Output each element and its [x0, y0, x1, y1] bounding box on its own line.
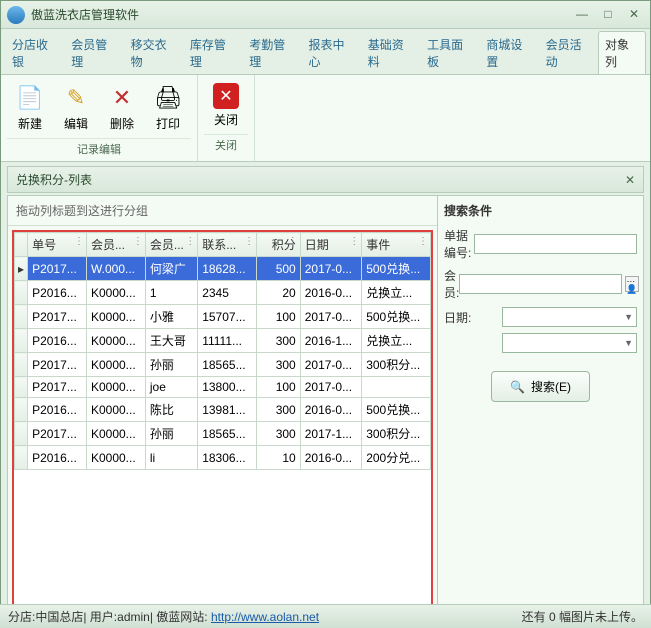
tab-inventory[interactable]: 库存管理: [183, 31, 242, 74]
group-hint[interactable]: 拖动列标题到这进行分组: [8, 196, 437, 226]
maximize-button[interactable]: □: [598, 7, 618, 23]
window-title: 傲蓝洗衣店管理软件: [31, 6, 566, 23]
edit-label: 编辑: [64, 115, 88, 132]
sub-tab-bar: 兑换积分-列表 ✕: [7, 166, 644, 193]
search-icon: 🔍: [510, 380, 525, 394]
table-row[interactable]: P2016...K0000...陈比13981...3002016-0...50…: [15, 398, 431, 422]
ribbon: 📄 新建 ✎ 编辑 ✕ 删除 🖨 打印 记录编辑 ✕ 关闭 关闭: [1, 75, 650, 162]
label-doc-no: 单据编号:: [444, 227, 474, 261]
close-window-button[interactable]: ✕: [624, 7, 644, 23]
new-icon: 📄: [15, 83, 45, 113]
status-upload: 还有 0 幅图片未上传。: [522, 608, 643, 625]
label-member: 会员:: [444, 267, 459, 301]
tab-branch-pos[interactable]: 分店收银: [5, 31, 64, 74]
tab-reports[interactable]: 报表中心: [301, 31, 360, 74]
col-evt[interactable]: 事件⋮: [362, 233, 431, 257]
tab-member-mgmt[interactable]: 会员管理: [64, 31, 123, 74]
tab-attendance[interactable]: 考勤管理: [242, 31, 301, 74]
col-no[interactable]: 单号⋮: [28, 233, 87, 257]
close-label: 关闭: [214, 111, 238, 128]
print-button[interactable]: 🖨 打印: [149, 81, 187, 134]
col-pts[interactable]: 积分⋮: [257, 233, 301, 257]
grid-panel: 拖动列标题到这进行分组 单号⋮ 会员...⋮ 会员...⋮ 联系...⋮ 积分⋮…: [7, 195, 438, 615]
table-row[interactable]: P2017...K0000...孙丽18565...3002017-1...30…: [15, 422, 431, 446]
status-user-prefix: | 用户:: [83, 608, 117, 625]
table-row[interactable]: P2017...K0000...小雅15707...1002017-0...50…: [15, 305, 431, 329]
close-tab-button[interactable]: ✕ 关闭: [208, 81, 244, 130]
main-tabs: 分店收银 会员管理 移交衣物 库存管理 考勤管理 报表中心 基础资料 工具面板 …: [1, 29, 650, 75]
status-branch-prefix: 分店:: [8, 608, 35, 625]
search-panel: 搜索条件 单据编号: 会员: …👤 日期: ▼ ▼ 🔍 搜索(E): [438, 195, 644, 615]
date-to-combo[interactable]: ▼: [502, 333, 637, 353]
delete-icon: ✕: [107, 83, 137, 113]
chevron-down-icon: ▼: [624, 312, 633, 322]
date-from-combo[interactable]: ▼: [502, 307, 637, 327]
member-picker-button[interactable]: …👤: [625, 276, 638, 292]
sub-tab-close-button[interactable]: ✕: [625, 173, 635, 187]
doc-no-input[interactable]: [474, 234, 637, 254]
status-bar: 分店: 中国总店 | 用户: admin | 傲蓝网站: http://www.…: [0, 604, 651, 628]
delete-label: 删除: [110, 115, 134, 132]
search-button-label: 搜索(E): [531, 378, 571, 395]
minimize-button[interactable]: —: [572, 7, 592, 23]
tab-activity[interactable]: 会员活动: [539, 31, 598, 74]
print-icon: 🖨: [153, 83, 183, 113]
tab-object-list[interactable]: 对象列: [598, 31, 646, 74]
tab-tools[interactable]: 工具面板: [420, 31, 479, 74]
table-row[interactable]: P2016...K0000...12345202016-0...兑换立...: [15, 281, 431, 305]
sub-tab-title: 兑换积分-列表: [16, 171, 92, 188]
col-tel[interactable]: 联系...⋮: [198, 233, 257, 257]
tab-mall[interactable]: 商城设置: [479, 31, 538, 74]
ribbon-group-close: 关闭: [204, 134, 248, 155]
new-button[interactable]: 📄 新建: [11, 81, 49, 134]
status-user: admin: [117, 610, 150, 624]
status-branch: 中国总店: [35, 608, 83, 625]
table-row[interactable]: P2016...K0000...王大哥11111...3002016-1...兑…: [15, 329, 431, 353]
table-row[interactable]: P2017...K0000...joe13800...1002017-0...: [15, 377, 431, 398]
col-date[interactable]: 日期⋮: [300, 233, 361, 257]
ribbon-group-edit: 记录编辑: [7, 138, 191, 159]
member-input[interactable]: [459, 274, 622, 294]
status-site-prefix: | 傲蓝网站:: [150, 608, 208, 625]
data-table-wrap: 单号⋮ 会员...⋮ 会员...⋮ 联系...⋮ 积分⋮ 日期⋮ 事件⋮ ▸P2…: [12, 230, 433, 610]
edit-icon: ✎: [61, 83, 91, 113]
col-name[interactable]: 会员...⋮: [145, 233, 197, 257]
table-row[interactable]: P2016...K0000...li18306...102016-0...200…: [15, 446, 431, 470]
status-site-link[interactable]: http://www.aolan.net: [211, 610, 319, 624]
print-label: 打印: [156, 115, 180, 132]
tab-transfer[interactable]: 移交衣物: [124, 31, 183, 74]
table-row[interactable]: P2017...K0000...孙丽18565...3002017-0...30…: [15, 353, 431, 377]
chevron-down-icon: ▼: [624, 338, 633, 348]
tab-master-data[interactable]: 基础资料: [361, 31, 420, 74]
col-vip[interactable]: 会员...⋮: [86, 233, 145, 257]
new-label: 新建: [18, 115, 42, 132]
table-row[interactable]: ▸P2017...W.000...何梁广18628...5002017-0...…: [15, 257, 431, 281]
label-date: 日期:: [444, 309, 502, 326]
edit-button[interactable]: ✎ 编辑: [57, 81, 95, 134]
close-icon: ✕: [213, 83, 239, 109]
search-button[interactable]: 🔍 搜索(E): [491, 371, 590, 402]
search-title: 搜索条件: [444, 202, 637, 219]
row-header-col: [15, 233, 28, 257]
app-logo-icon: [7, 6, 25, 24]
title-bar: 傲蓝洗衣店管理软件 — □ ✕: [1, 1, 650, 29]
data-table: 单号⋮ 会员...⋮ 会员...⋮ 联系...⋮ 积分⋮ 日期⋮ 事件⋮ ▸P2…: [14, 232, 431, 470]
delete-button[interactable]: ✕ 删除: [103, 81, 141, 134]
